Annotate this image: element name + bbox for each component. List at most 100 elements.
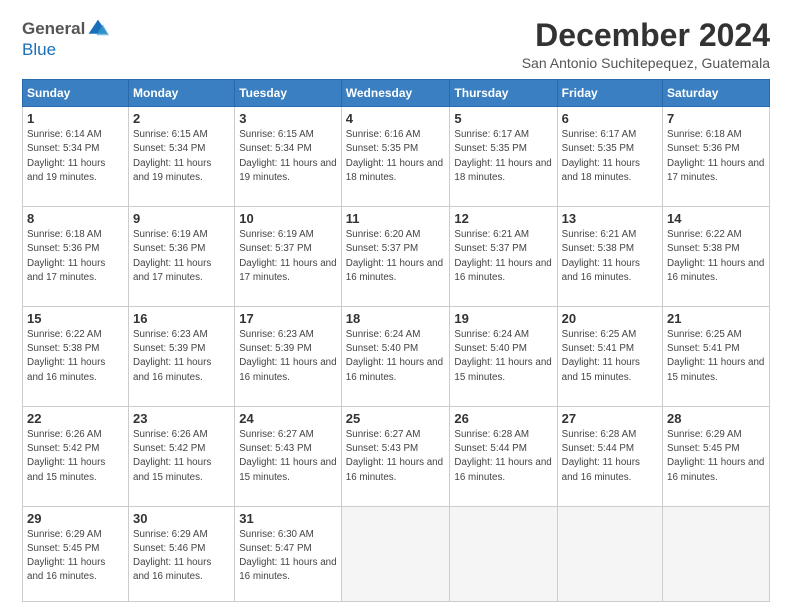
calendar-cell: 8 Sunrise: 6:18 AM Sunset: 5:36 PM Dayli…: [23, 207, 129, 307]
calendar-cell: 1 Sunrise: 6:14 AM Sunset: 5:34 PM Dayli…: [23, 107, 129, 207]
day-info: Sunrise: 6:29 AM Sunset: 5:45 PM Dayligh…: [667, 428, 765, 485]
day-number: 31: [239, 511, 337, 526]
day-info: Sunrise: 6:26 AM Sunset: 5:42 PM Dayligh…: [27, 428, 124, 485]
calendar-week-row: 15 Sunrise: 6:22 AM Sunset: 5:38 PM Dayl…: [23, 307, 770, 407]
day-number: 7: [667, 111, 765, 126]
calendar-cell: 14 Sunrise: 6:22 AM Sunset: 5:38 PM Dayl…: [663, 207, 770, 307]
logo-general-text: General: [22, 19, 85, 39]
day-info: Sunrise: 6:15 AM Sunset: 5:34 PM Dayligh…: [133, 128, 230, 185]
calendar-cell: 29 Sunrise: 6:29 AM Sunset: 5:45 PM Dayl…: [23, 506, 129, 601]
calendar-cell: 9 Sunrise: 6:19 AM Sunset: 5:36 PM Dayli…: [129, 207, 235, 307]
day-number: 18: [346, 311, 446, 326]
day-info: Sunrise: 6:24 AM Sunset: 5:40 PM Dayligh…: [346, 328, 446, 385]
header-sunday: Sunday: [23, 80, 129, 107]
day-number: 14: [667, 211, 765, 226]
calendar-cell: 30 Sunrise: 6:29 AM Sunset: 5:46 PM Dayl…: [129, 506, 235, 601]
day-number: 1: [27, 111, 124, 126]
day-info: Sunrise: 6:23 AM Sunset: 5:39 PM Dayligh…: [133, 328, 230, 385]
day-number: 3: [239, 111, 337, 126]
day-number: 12: [454, 211, 552, 226]
day-number: 5: [454, 111, 552, 126]
calendar-cell: [557, 506, 662, 601]
calendar-cell: 10 Sunrise: 6:19 AM Sunset: 5:37 PM Dayl…: [235, 207, 342, 307]
calendar-cell: 3 Sunrise: 6:15 AM Sunset: 5:34 PM Dayli…: [235, 107, 342, 207]
calendar-cell: 23 Sunrise: 6:26 AM Sunset: 5:42 PM Dayl…: [129, 406, 235, 506]
calendar-week-row: 8 Sunrise: 6:18 AM Sunset: 5:36 PM Dayli…: [23, 207, 770, 307]
calendar-cell: 27 Sunrise: 6:28 AM Sunset: 5:44 PM Dayl…: [557, 406, 662, 506]
day-number: 11: [346, 211, 446, 226]
day-info: Sunrise: 6:27 AM Sunset: 5:43 PM Dayligh…: [239, 428, 337, 485]
day-info: Sunrise: 6:29 AM Sunset: 5:45 PM Dayligh…: [27, 528, 124, 585]
header-friday: Friday: [557, 80, 662, 107]
calendar-table: Sunday Monday Tuesday Wednesday Thursday…: [22, 79, 770, 602]
day-info: Sunrise: 6:18 AM Sunset: 5:36 PM Dayligh…: [27, 228, 124, 285]
day-number: 27: [562, 411, 658, 426]
day-info: Sunrise: 6:14 AM Sunset: 5:34 PM Dayligh…: [27, 128, 124, 185]
calendar-cell: 28 Sunrise: 6:29 AM Sunset: 5:45 PM Dayl…: [663, 406, 770, 506]
day-number: 2: [133, 111, 230, 126]
calendar-cell: [341, 506, 450, 601]
day-number: 26: [454, 411, 552, 426]
day-info: Sunrise: 6:28 AM Sunset: 5:44 PM Dayligh…: [454, 428, 552, 485]
calendar-cell: 4 Sunrise: 6:16 AM Sunset: 5:35 PM Dayli…: [341, 107, 450, 207]
day-number: 24: [239, 411, 337, 426]
calendar-cell: 13 Sunrise: 6:21 AM Sunset: 5:38 PM Dayl…: [557, 207, 662, 307]
day-info: Sunrise: 6:26 AM Sunset: 5:42 PM Dayligh…: [133, 428, 230, 485]
day-number: 15: [27, 311, 124, 326]
location: San Antonio Suchitepequez, Guatemala: [522, 55, 770, 71]
header-monday: Monday: [129, 80, 235, 107]
calendar-cell: 22 Sunrise: 6:26 AM Sunset: 5:42 PM Dayl…: [23, 406, 129, 506]
day-number: 29: [27, 511, 124, 526]
calendar-cell: 12 Sunrise: 6:21 AM Sunset: 5:37 PM Dayl…: [450, 207, 557, 307]
header-wednesday: Wednesday: [341, 80, 450, 107]
day-number: 23: [133, 411, 230, 426]
day-number: 8: [27, 211, 124, 226]
logo-blue-text: Blue: [22, 40, 56, 60]
calendar-cell: 5 Sunrise: 6:17 AM Sunset: 5:35 PM Dayli…: [450, 107, 557, 207]
header-saturday: Saturday: [663, 80, 770, 107]
calendar-cell: 6 Sunrise: 6:17 AM Sunset: 5:35 PM Dayli…: [557, 107, 662, 207]
calendar-cell: 24 Sunrise: 6:27 AM Sunset: 5:43 PM Dayl…: [235, 406, 342, 506]
day-info: Sunrise: 6:30 AM Sunset: 5:47 PM Dayligh…: [239, 528, 337, 585]
day-info: Sunrise: 6:25 AM Sunset: 5:41 PM Dayligh…: [562, 328, 658, 385]
day-info: Sunrise: 6:19 AM Sunset: 5:36 PM Dayligh…: [133, 228, 230, 285]
calendar-cell: [450, 506, 557, 601]
calendar-cell: 26 Sunrise: 6:28 AM Sunset: 5:44 PM Dayl…: [450, 406, 557, 506]
day-info: Sunrise: 6:15 AM Sunset: 5:34 PM Dayligh…: [239, 128, 337, 185]
day-info: Sunrise: 6:21 AM Sunset: 5:37 PM Dayligh…: [454, 228, 552, 285]
header-tuesday: Tuesday: [235, 80, 342, 107]
day-number: 9: [133, 211, 230, 226]
calendar-week-row: 1 Sunrise: 6:14 AM Sunset: 5:34 PM Dayli…: [23, 107, 770, 207]
day-info: Sunrise: 6:22 AM Sunset: 5:38 PM Dayligh…: [667, 228, 765, 285]
day-number: 13: [562, 211, 658, 226]
day-info: Sunrise: 6:16 AM Sunset: 5:35 PM Dayligh…: [346, 128, 446, 185]
day-number: 16: [133, 311, 230, 326]
day-info: Sunrise: 6:21 AM Sunset: 5:38 PM Dayligh…: [562, 228, 658, 285]
calendar-cell: 15 Sunrise: 6:22 AM Sunset: 5:38 PM Dayl…: [23, 307, 129, 407]
day-info: Sunrise: 6:19 AM Sunset: 5:37 PM Dayligh…: [239, 228, 337, 285]
calendar-cell: 7 Sunrise: 6:18 AM Sunset: 5:36 PM Dayli…: [663, 107, 770, 207]
day-number: 21: [667, 311, 765, 326]
calendar-cell: 18 Sunrise: 6:24 AM Sunset: 5:40 PM Dayl…: [341, 307, 450, 407]
header-thursday: Thursday: [450, 80, 557, 107]
day-number: 10: [239, 211, 337, 226]
day-number: 22: [27, 411, 124, 426]
calendar-cell: 17 Sunrise: 6:23 AM Sunset: 5:39 PM Dayl…: [235, 307, 342, 407]
calendar-header-row: Sunday Monday Tuesday Wednesday Thursday…: [23, 80, 770, 107]
day-number: 17: [239, 311, 337, 326]
day-info: Sunrise: 6:22 AM Sunset: 5:38 PM Dayligh…: [27, 328, 124, 385]
title-block: December 2024 San Antonio Suchitepequez,…: [522, 18, 770, 71]
calendar-cell: 31 Sunrise: 6:30 AM Sunset: 5:47 PM Dayl…: [235, 506, 342, 601]
calendar-page: General Blue December 2024 San Antonio S…: [0, 0, 792, 612]
calendar-cell: 16 Sunrise: 6:23 AM Sunset: 5:39 PM Dayl…: [129, 307, 235, 407]
calendar-cell: 20 Sunrise: 6:25 AM Sunset: 5:41 PM Dayl…: [557, 307, 662, 407]
calendar-cell: 21 Sunrise: 6:25 AM Sunset: 5:41 PM Dayl…: [663, 307, 770, 407]
day-info: Sunrise: 6:23 AM Sunset: 5:39 PM Dayligh…: [239, 328, 337, 385]
day-info: Sunrise: 6:24 AM Sunset: 5:40 PM Dayligh…: [454, 328, 552, 385]
calendar-cell: 11 Sunrise: 6:20 AM Sunset: 5:37 PM Dayl…: [341, 207, 450, 307]
day-number: 4: [346, 111, 446, 126]
day-number: 30: [133, 511, 230, 526]
header: General Blue December 2024 San Antonio S…: [22, 18, 770, 71]
calendar-cell: 19 Sunrise: 6:24 AM Sunset: 5:40 PM Dayl…: [450, 307, 557, 407]
calendar-cell: 2 Sunrise: 6:15 AM Sunset: 5:34 PM Dayli…: [129, 107, 235, 207]
